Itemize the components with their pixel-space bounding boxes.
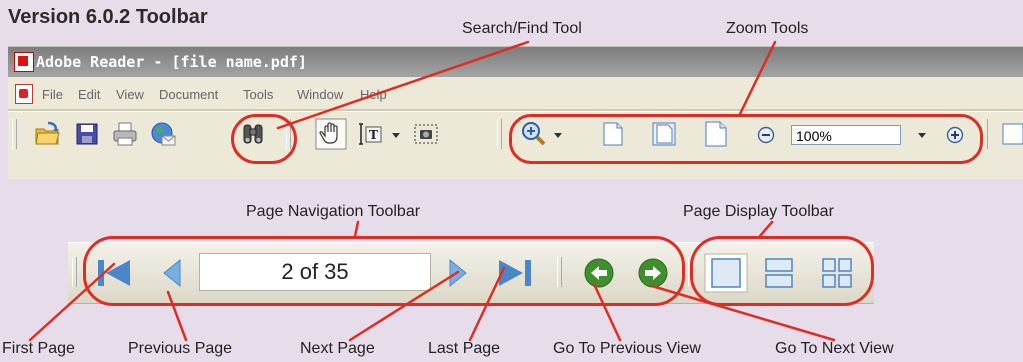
open-folder-icon[interactable] <box>34 121 60 147</box>
snapshot-icon[interactable] <box>413 121 439 147</box>
menu-document[interactable]: Document <box>159 87 218 102</box>
menu-window[interactable]: Window <box>297 87 343 102</box>
page-navigation-highlight <box>83 236 685 306</box>
menu-bar: File Edit View Document Tools Window Hel… <box>8 79 1023 107</box>
toolbar-grip[interactable] <box>12 119 17 149</box>
chevron-down-icon[interactable] <box>392 133 400 138</box>
title-bar: Adobe Reader - [file name.pdf] <box>8 47 1023 77</box>
label-first-page: First Page <box>2 340 75 357</box>
print-icon[interactable] <box>112 121 138 147</box>
label-next-page: Next Page <box>300 340 375 357</box>
label-go-to-next-view: Go To Next View <box>775 340 894 357</box>
hand-icon[interactable] <box>315 118 347 150</box>
label-previous-page: Previous Page <box>128 340 233 357</box>
zoom-tools-highlight <box>509 114 983 164</box>
toolbar-grip[interactable] <box>983 119 988 149</box>
adobe-reader-icon <box>14 52 34 72</box>
page-display-highlight <box>690 236 874 306</box>
search-tool-highlight <box>231 114 297 164</box>
menu-edit[interactable]: Edit <box>78 87 100 102</box>
email-globe-icon[interactable] <box>150 121 176 147</box>
menu-help[interactable]: Help <box>360 87 387 102</box>
toolbar-grip[interactable] <box>72 257 77 287</box>
page-icon[interactable] <box>1000 121 1023 147</box>
svg-text:T: T <box>369 128 378 142</box>
menu-view[interactable]: View <box>116 87 144 102</box>
text-select-icon[interactable]: T <box>358 121 384 147</box>
window-title: Adobe Reader - [file name.pdf] <box>36 53 307 71</box>
pdf-document-icon <box>15 84 33 104</box>
toolbar-grip[interactable] <box>497 119 502 149</box>
callout-search-find-tool: Search/Find Tool <box>462 20 582 37</box>
save-disk-icon[interactable] <box>74 121 100 147</box>
label-last-page: Last Page <box>428 340 501 357</box>
label-go-to-previous-view: Go To Previous View <box>553 340 701 357</box>
callout-zoom-tools: Zoom Tools <box>726 20 809 37</box>
callout-page-navigation-toolbar: Page Navigation Toolbar <box>246 203 421 220</box>
menu-separator <box>8 109 1023 112</box>
menu-file[interactable]: File <box>42 87 63 102</box>
figure-heading: Version 6.0.2 Toolbar <box>8 6 208 28</box>
callout-page-display-toolbar: Page Display Toolbar <box>683 203 834 220</box>
menu-tools[interactable]: Tools <box>243 87 273 102</box>
